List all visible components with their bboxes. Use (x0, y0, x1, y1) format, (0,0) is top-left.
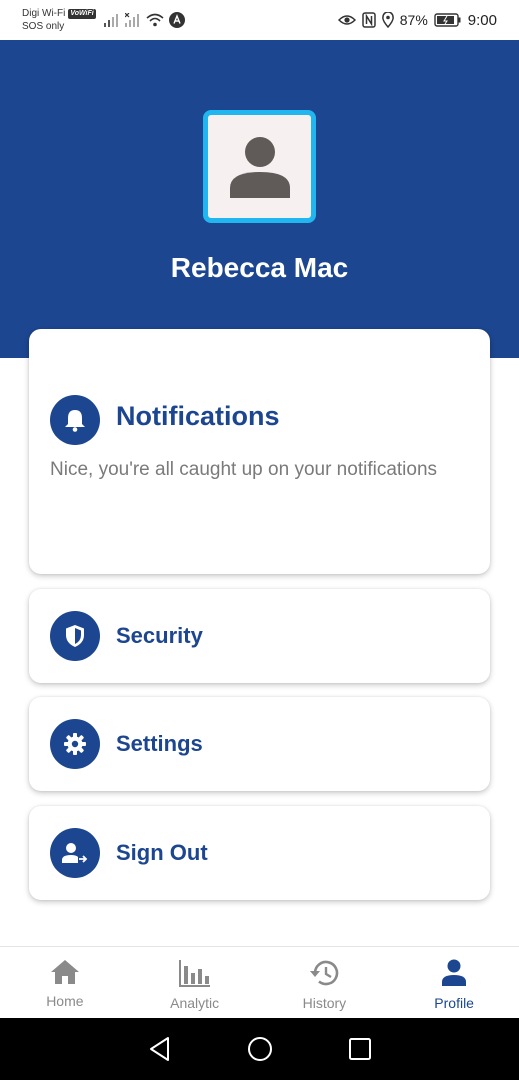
user-name: Rebecca Mac (170, 252, 349, 283)
battery-icon (434, 13, 461, 27)
nav-item-history[interactable]: History (260, 947, 390, 1018)
notifications-card[interactable]: Notifications Nice, you're all caught up… (29, 329, 490, 574)
app-notification-icon (168, 12, 185, 28)
signal-icon (103, 14, 118, 27)
sign-out-label: Sign Out (116, 840, 208, 865)
avatar[interactable] (203, 110, 316, 223)
gear-icon (64, 733, 86, 755)
status-bar: Digi Wi-Fi VoWiFi SOS only 87% 9:00 (0, 0, 519, 40)
settings-icon-circle (50, 719, 100, 769)
sign-out-user-icon (62, 843, 88, 863)
security-label: Security (116, 623, 203, 648)
profile-header: Rebecca Mac (0, 40, 519, 358)
signal-no-service-icon (124, 13, 139, 27)
person-icon (442, 959, 467, 986)
nav-item-profile[interactable]: Profile (389, 947, 519, 1018)
history-icon (310, 960, 339, 986)
person-avatar-icon (229, 136, 290, 198)
home-circle-icon[interactable] (247, 1036, 273, 1062)
back-icon[interactable] (148, 1036, 172, 1062)
home-icon (50, 960, 79, 984)
nav-item-analytic[interactable]: Analytic (130, 947, 260, 1018)
carrier-name: Digi Wi-Fi (22, 8, 66, 19)
sign-out-icon-circle (50, 828, 100, 878)
status-bar-left: Digi Wi-Fi VoWiFi SOS only (22, 7, 185, 33)
vowifi-badge: VoWiFi (68, 8, 96, 19)
nav-label-home: Home (46, 993, 84, 1009)
nav-label-analytic: Analytic (170, 995, 220, 1011)
status-bar-right: 87% 9:00 (337, 11, 497, 29)
nfc-icon (362, 12, 376, 28)
nav-item-home[interactable]: Home (0, 947, 130, 1018)
carrier-info: Digi Wi-Fi VoWiFi SOS only (22, 7, 96, 33)
nav-label-profile: Profile (434, 995, 474, 1011)
nav-label-history: History (302, 995, 347, 1011)
eye-icon (337, 15, 356, 25)
bottom-navigation: Home Analytic History Profile (0, 946, 519, 1018)
security-button[interactable]: Security (29, 589, 490, 683)
system-navigation-bar (0, 1018, 519, 1080)
wifi-icon (146, 13, 164, 27)
shield-icon (66, 625, 84, 647)
sign-out-button[interactable]: Sign Out (29, 806, 490, 900)
settings-button[interactable]: Settings (29, 697, 490, 791)
notifications-icon-circle (50, 395, 100, 445)
battery-percentage: 87% (399, 12, 428, 28)
settings-label: Settings (116, 731, 203, 756)
location-icon (381, 12, 394, 28)
notifications-description: Nice, you're all caught up on your notif… (50, 459, 438, 480)
notifications-title: Notifications (116, 401, 280, 431)
bar-chart-icon (178, 960, 210, 987)
sos-label: SOS only (22, 21, 65, 32)
clock: 9:00 (467, 11, 497, 29)
recent-apps-icon[interactable] (348, 1037, 372, 1061)
bell-icon (65, 410, 85, 432)
security-icon-circle (50, 611, 100, 661)
